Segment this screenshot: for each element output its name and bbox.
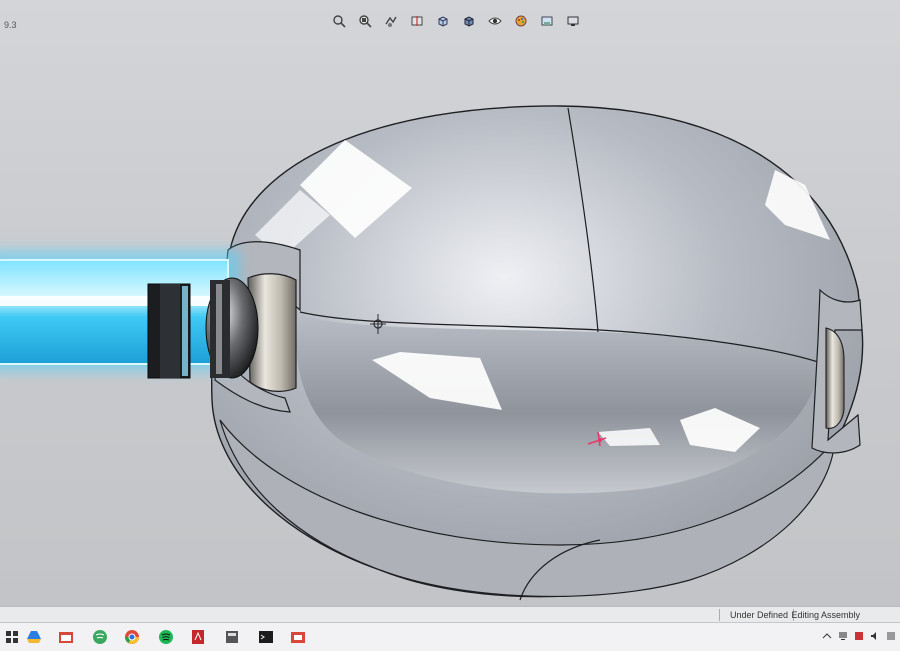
media-app-icon[interactable] xyxy=(288,628,308,646)
graphics-viewport[interactable]: 9.3 xyxy=(0,0,900,606)
system-tray xyxy=(822,631,896,641)
spotify-alt-icon[interactable] xyxy=(90,628,110,646)
taskbar xyxy=(0,622,900,651)
cad-model-canvas[interactable] xyxy=(0,0,900,606)
calendar-app-icon[interactable] xyxy=(56,628,76,646)
pdf-reader-icon[interactable] xyxy=(188,628,208,646)
start-icon[interactable] xyxy=(2,628,22,646)
terminal-icon[interactable] xyxy=(256,628,276,646)
status-under-defined: Under Defined xyxy=(729,610,788,620)
language-icon[interactable] xyxy=(886,631,896,641)
chrome-icon[interactable] xyxy=(122,628,142,646)
spotify-icon[interactable] xyxy=(156,628,176,646)
status-separator xyxy=(719,609,720,621)
chevron-up-icon[interactable] xyxy=(822,631,832,641)
calculator-icon[interactable] xyxy=(222,628,242,646)
glowing-tube[interactable] xyxy=(0,259,229,365)
notification-icon[interactable] xyxy=(854,631,864,641)
status-bar: Under Defined Editing Assembly xyxy=(0,606,900,623)
volume-icon[interactable] xyxy=(870,631,880,641)
network-icon[interactable] xyxy=(838,631,848,641)
drive-icon[interactable] xyxy=(24,628,44,646)
status-editing-assembly: Editing Assembly xyxy=(791,610,860,620)
